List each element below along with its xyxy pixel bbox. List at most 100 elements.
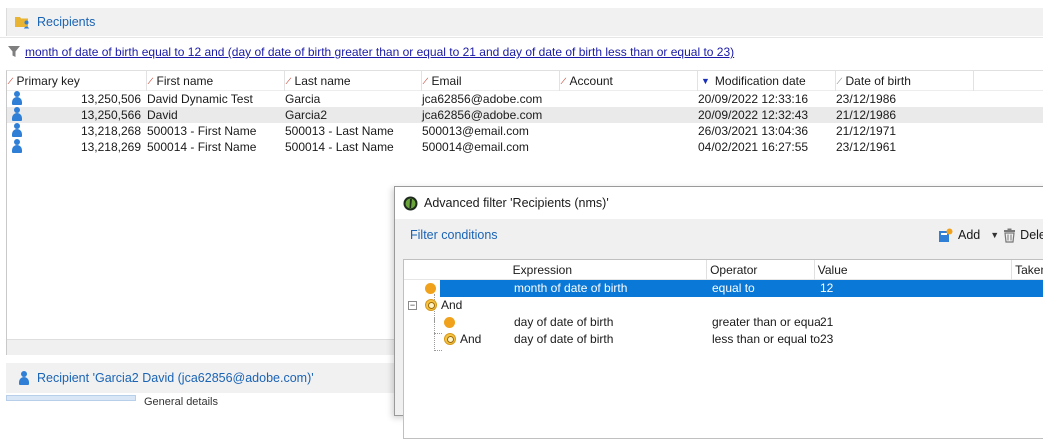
horizontal-scrollbar[interactable]	[7, 339, 397, 355]
col-header-operator[interactable]: Operator	[707, 259, 815, 280]
condition-group-row[interactable]: − And	[404, 297, 1043, 314]
window-title: Recipients	[37, 15, 96, 29]
add-button[interactable]: Add	[938, 228, 980, 243]
condition-row[interactable]: month of date of birth equal to 12	[404, 280, 1043, 297]
cell-first-name: David Dynamic Test	[147, 92, 253, 106]
filter-conditions-bar: Filter conditions Add ▼ Dele	[395, 219, 1043, 251]
cell-modification-date: 20/09/2022 12:32:43	[698, 108, 809, 122]
col-header-primary-key[interactable]: ∕ Primary key	[7, 70, 147, 91]
recipient-detail-title: Recipient 'Garcia2 David (jca62856@adobe…	[37, 371, 314, 385]
recipient-icon	[17, 371, 31, 385]
add-dropdown-chevron-down-icon[interactable]: ▼	[990, 230, 999, 240]
cell-last-name: Garcia	[285, 92, 321, 106]
condition-value: 21	[820, 315, 834, 329]
detail-tab[interactable]	[6, 395, 136, 401]
cell-date-of-birth: 21/12/1971	[836, 124, 897, 138]
col-header-taken[interactable]: Taken	[1012, 260, 1043, 280]
grid-header: ∕ Primary key ∕ First name ∕ Last name ∕…	[7, 70, 1043, 91]
col-header-account[interactable]: ∕ Account	[560, 70, 698, 91]
filter-bar: month of date of birth equal to 12 and (…	[0, 38, 1043, 66]
cell-email: 500013@email.com	[422, 124, 529, 138]
col-header-date-of-birth[interactable]: ∕ Date of birth	[836, 70, 974, 91]
cell-modification-date: 04/02/2021 16:27:55	[698, 140, 809, 154]
filter-funnel-icon[interactable]	[8, 45, 20, 59]
cell-last-name: 500013 - Last Name	[285, 124, 394, 138]
cell-date-of-birth: 23/12/1986	[836, 92, 897, 106]
condition-operator: less than or equal to	[712, 332, 820, 346]
filter-condition-link[interactable]: month of date of birth equal to 12 and (…	[25, 45, 734, 59]
sort-descending-icon: ▼	[701, 75, 710, 86]
delete-button-label: Dele	[1020, 228, 1043, 242]
sort-indicator-icon: ∕	[839, 75, 841, 86]
recipient-icon	[10, 122, 24, 137]
cell-first-name: David	[147, 108, 178, 122]
dialog-title: Advanced filter 'Recipients (nms)'	[424, 196, 609, 210]
cell-modification-date: 20/09/2022 12:33:16	[698, 92, 809, 106]
cell-email: jca62856@adobe.com	[422, 108, 543, 122]
and-group-icon	[425, 299, 437, 311]
cell-modification-date: 26/03/2021 13:04:36	[698, 124, 809, 138]
cell-primary-key: 13,218,269	[80, 140, 141, 154]
recipient-icon	[10, 90, 24, 105]
app-logo-icon	[403, 196, 418, 210]
cell-primary-key: 13,218,268	[80, 124, 141, 138]
condition-logic-label: And	[460, 332, 482, 346]
group-operator-label: And	[441, 298, 463, 312]
condition-operator: equal to	[712, 281, 755, 295]
filter-conditions-title: Filter conditions	[410, 228, 498, 242]
table-row[interactable]: 13,250,506 David Dynamic Test Garcia jca…	[7, 90, 1043, 107]
collapse-toggle-icon[interactable]: −	[408, 301, 417, 310]
cell-date-of-birth: 23/12/1961	[836, 140, 897, 154]
condition-icon	[425, 283, 436, 294]
recipient-icon	[10, 106, 24, 121]
condition-expression: day of date of birth	[514, 332, 614, 346]
col-header-value[interactable]: Value	[815, 259, 1013, 280]
top-title-bar: Recipients	[0, 0, 1043, 38]
sort-indicator-icon: ∕	[563, 75, 565, 86]
recipient-detail-header: Recipient 'Garcia2 David (jca62856@adobe…	[6, 363, 396, 393]
col-header-first-name[interactable]: ∕ First name	[147, 70, 285, 91]
trash-icon	[1004, 228, 1016, 243]
delete-button[interactable]: Dele	[1003, 228, 1043, 243]
condition-value: 23	[820, 332, 834, 346]
add-condition-icon	[939, 228, 953, 242]
condition-row[interactable]: day of date of birth greater than or equ…	[404, 314, 1043, 331]
table-row[interactable]: 13,218,269 500014 - First Name 500014 - …	[7, 138, 1043, 155]
condition-row[interactable]: And day of date of birth less than or eq…	[404, 331, 1043, 348]
col-header-modification-date[interactable]: ▼ Modification date	[698, 70, 836, 91]
col-header-email[interactable]: ∕ Email	[422, 70, 560, 91]
add-button-label: Add	[958, 228, 981, 242]
sort-indicator-icon: ∕	[10, 75, 12, 86]
advanced-filter-dialog: Advanced filter 'Recipients (nms)' Filte…	[394, 186, 1043, 439]
dialog-toolbar: Add ▼ Dele	[938, 219, 1043, 251]
col-header-expression[interactable]: Expression	[510, 259, 708, 280]
cell-email: jca62856@adobe.com	[422, 92, 543, 106]
recipient-icon	[10, 138, 24, 153]
cell-email: 500014@email.com	[422, 140, 529, 154]
folder-people-icon	[15, 17, 30, 29]
condition-icon	[444, 317, 455, 328]
cell-first-name: 500013 - First Name	[147, 124, 257, 138]
detail-tab-label: General details	[144, 396, 218, 408]
conditions-tree-grid: Expression Operator Value Taken month of…	[403, 259, 1043, 439]
cell-date-of-birth: 21/12/1986	[836, 108, 897, 122]
cell-last-name: 500014 - Last Name	[285, 140, 394, 154]
condition-expression: month of date of birth	[514, 281, 628, 295]
dialog-title-bar[interactable]: Advanced filter 'Recipients (nms)'	[395, 187, 1043, 219]
table-row[interactable]: 13,218,268 500013 - First Name 500013 - …	[7, 122, 1043, 139]
cell-primary-key: 13,250,566	[80, 108, 141, 122]
table-row[interactable]: 13,250,566 David Garcia2 jca62856@adobe.…	[7, 106, 1043, 123]
condition-value: 12	[820, 281, 834, 295]
dialog-body: Filter conditions Add ▼ Dele Expression …	[395, 219, 1043, 439]
recipients-header: Recipients	[6, 8, 1043, 36]
cell-last-name: Garcia2	[285, 108, 328, 122]
sort-indicator-icon: ∕	[425, 75, 427, 86]
sort-indicator-icon: ∕	[150, 75, 152, 86]
condition-operator: greater than or equa	[712, 315, 820, 329]
sort-indicator-icon: ∕	[288, 75, 290, 86]
cell-first-name: 500014 - First Name	[147, 140, 257, 154]
col-header-last-name[interactable]: ∕ Last name	[285, 70, 422, 91]
cell-primary-key: 13,250,506	[80, 92, 141, 106]
condition-expression: day of date of birth	[514, 315, 614, 329]
conditions-grid-header: Expression Operator Value Taken	[404, 259, 1043, 280]
